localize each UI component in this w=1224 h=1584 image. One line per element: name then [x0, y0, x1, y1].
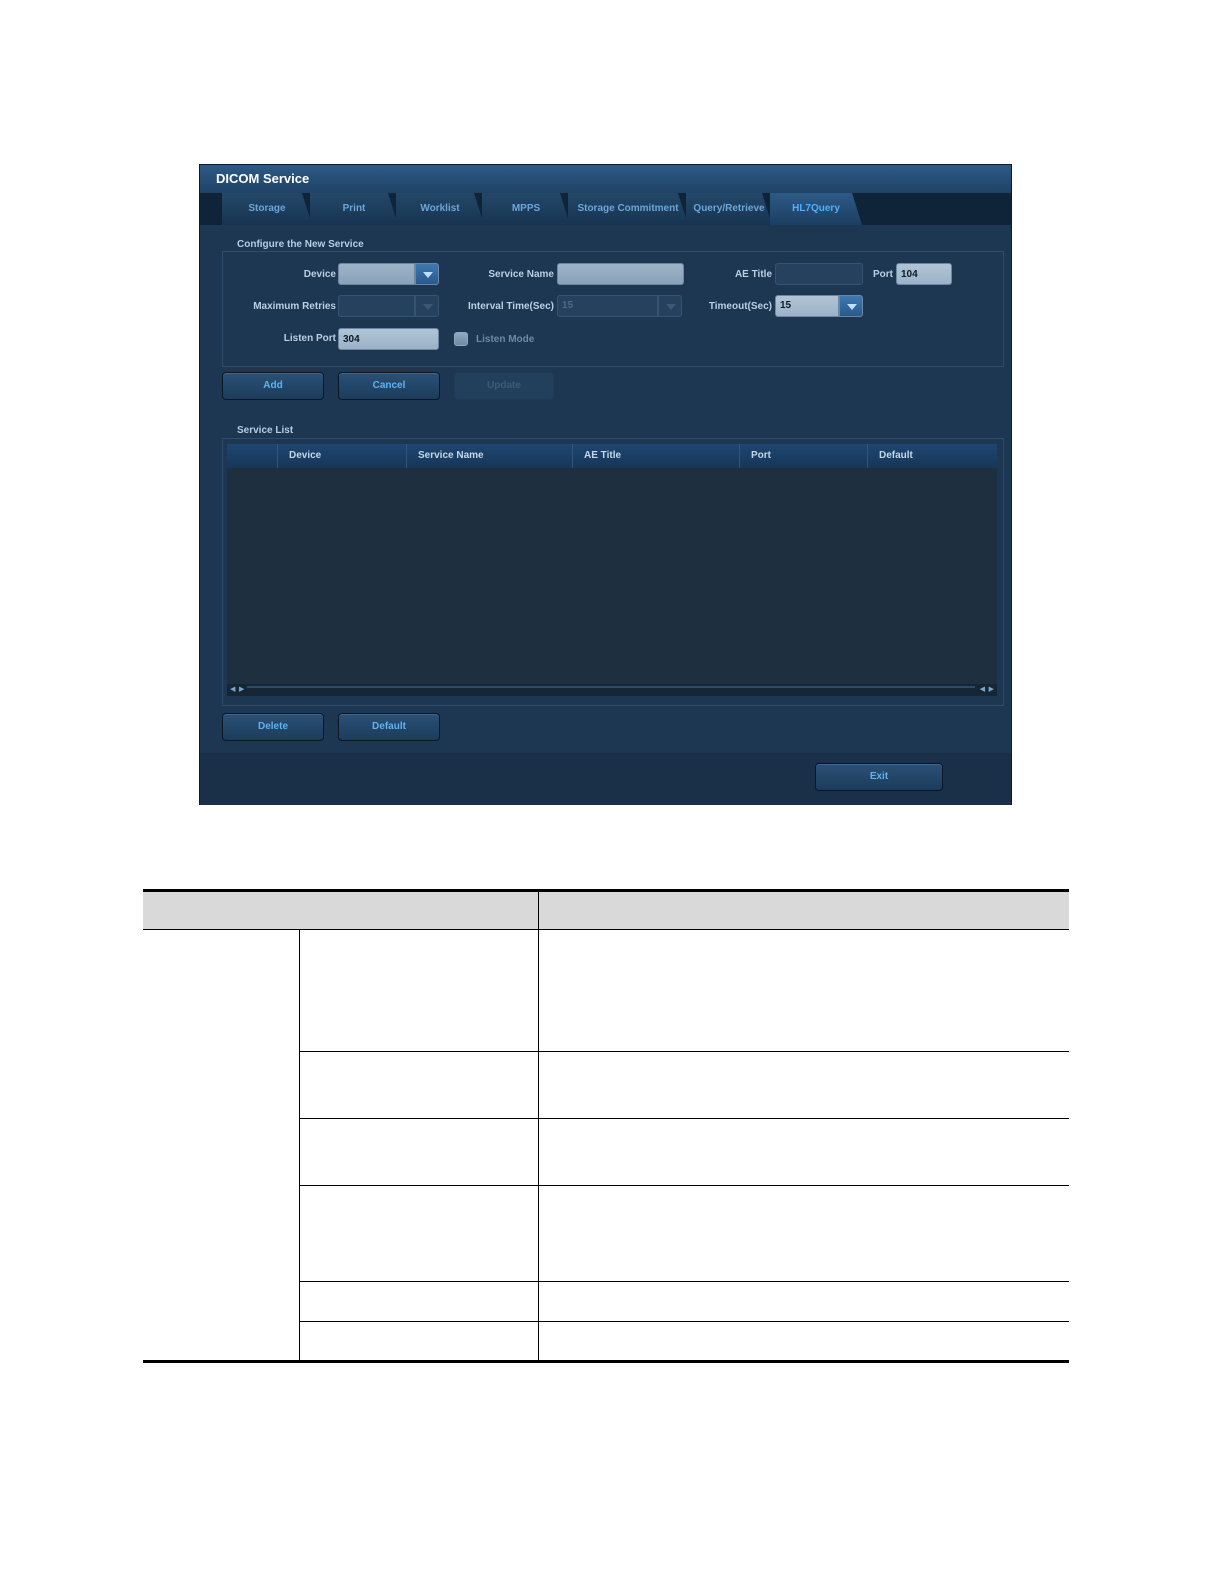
device-select[interactable]	[338, 263, 415, 285]
dialog-title: DICOM Service	[216, 171, 310, 186]
interval-time-select[interactable]: 15	[557, 295, 658, 317]
document-table-header	[143, 889, 1069, 929]
interval-time-dropdown-button[interactable]	[658, 295, 682, 317]
tab-storage-commitment[interactable]: Storage Commitment	[568, 193, 688, 225]
scrollbar-track[interactable]	[247, 686, 975, 688]
timeout-label: Timeout(Sec)	[708, 301, 772, 312]
tab-worklist[interactable]: Worklist	[396, 193, 484, 225]
port-label: Port	[873, 269, 893, 280]
timeout-dropdown-button[interactable]	[839, 295, 863, 317]
default-button[interactable]: Default	[338, 713, 440, 741]
tab-storage[interactable]: Storage	[222, 193, 312, 225]
service-list-title: Service List	[235, 425, 296, 436]
interval-time-label: Interval Time(Sec)	[468, 301, 554, 312]
port-input[interactable]	[896, 263, 952, 285]
ae-title-input[interactable]	[775, 263, 863, 285]
table-row-rule	[299, 1185, 1069, 1186]
table-row-rule	[299, 1321, 1069, 1322]
table-header-rule	[143, 929, 1069, 930]
exit-button[interactable]: Exit	[815, 763, 943, 791]
scroll-left-icon[interactable]: ◀	[230, 686, 235, 694]
tab-content: Configure the New Service Device Service…	[200, 225, 1011, 753]
listen-port-label: Listen Port	[283, 333, 336, 344]
table-row-rule	[299, 1051, 1069, 1052]
maximum-retries-dropdown-button[interactable]	[415, 295, 439, 317]
update-button[interactable]: Update	[454, 372, 554, 400]
horizontal-scrollbar[interactable]: ◀ ▶ ◀ ▶	[227, 684, 997, 696]
table-column-divider	[538, 889, 539, 1363]
service-name-input[interactable]	[557, 263, 684, 285]
service-name-label: Service Name	[488, 269, 554, 280]
dialog-titlebar: DICOM Service	[200, 165, 1011, 194]
dicom-service-dialog: DICOM Service Storage Print Worklist MPP…	[199, 164, 1012, 805]
listen-mode-checkbox[interactable]	[454, 332, 468, 346]
chevron-down-icon	[423, 272, 433, 278]
listen-mode-label: Listen Mode	[476, 334, 535, 345]
chevron-down-icon	[847, 304, 857, 310]
service-list-table[interactable]: Device Service Name AE Title Port Defaul…	[227, 444, 997, 696]
tab-query-retrieve[interactable]: Query/Retrieve	[686, 193, 772, 225]
document-table	[143, 889, 1069, 1363]
maximum-retries-select[interactable]	[338, 295, 415, 317]
tab-bar: Storage Print Worklist MPPS Storage Comm…	[200, 193, 1011, 225]
chevron-down-icon	[666, 304, 676, 310]
maximum-retries-label: Maximum Retries	[253, 301, 336, 312]
scroll-left-end-icon[interactable]: ◀	[980, 686, 985, 694]
chevron-down-icon	[423, 304, 433, 310]
table-bottom-rule	[143, 1360, 1069, 1363]
column-header-default[interactable]: Default	[867, 444, 997, 468]
column-header-service-name[interactable]: Service Name	[406, 444, 572, 468]
scroll-right-end-icon[interactable]: ▶	[989, 686, 994, 694]
tab-hl7query[interactable]: HL7Query	[770, 193, 862, 225]
column-header-device[interactable]: Device	[277, 444, 406, 468]
delete-button[interactable]: Delete	[222, 713, 324, 741]
column-header-port[interactable]: Port	[739, 444, 867, 468]
tab-mpps[interactable]: MPPS	[482, 193, 570, 225]
table-subcolumn-divider	[299, 929, 300, 1363]
scroll-right-icon[interactable]: ▶	[239, 686, 244, 694]
add-button[interactable]: Add	[222, 372, 324, 400]
listen-port-input[interactable]	[338, 328, 439, 350]
cancel-button[interactable]: Cancel	[338, 372, 440, 400]
tab-print[interactable]: Print	[310, 193, 398, 225]
device-label: Device	[303, 269, 336, 280]
timeout-select[interactable]: 15	[775, 295, 839, 317]
configure-service-title: Configure the New Service	[235, 239, 366, 250]
column-header-ae-title[interactable]: AE Title	[572, 444, 739, 468]
service-list-header: Device Service Name AE Title Port Defaul…	[227, 444, 997, 468]
ae-title-label: AE Title	[734, 269, 772, 280]
table-row-rule	[299, 1281, 1069, 1282]
table-top-rule	[143, 889, 1069, 892]
device-dropdown-button[interactable]	[415, 263, 439, 285]
dialog-footer: Exit	[200, 753, 1011, 805]
table-row-rule	[299, 1118, 1069, 1119]
